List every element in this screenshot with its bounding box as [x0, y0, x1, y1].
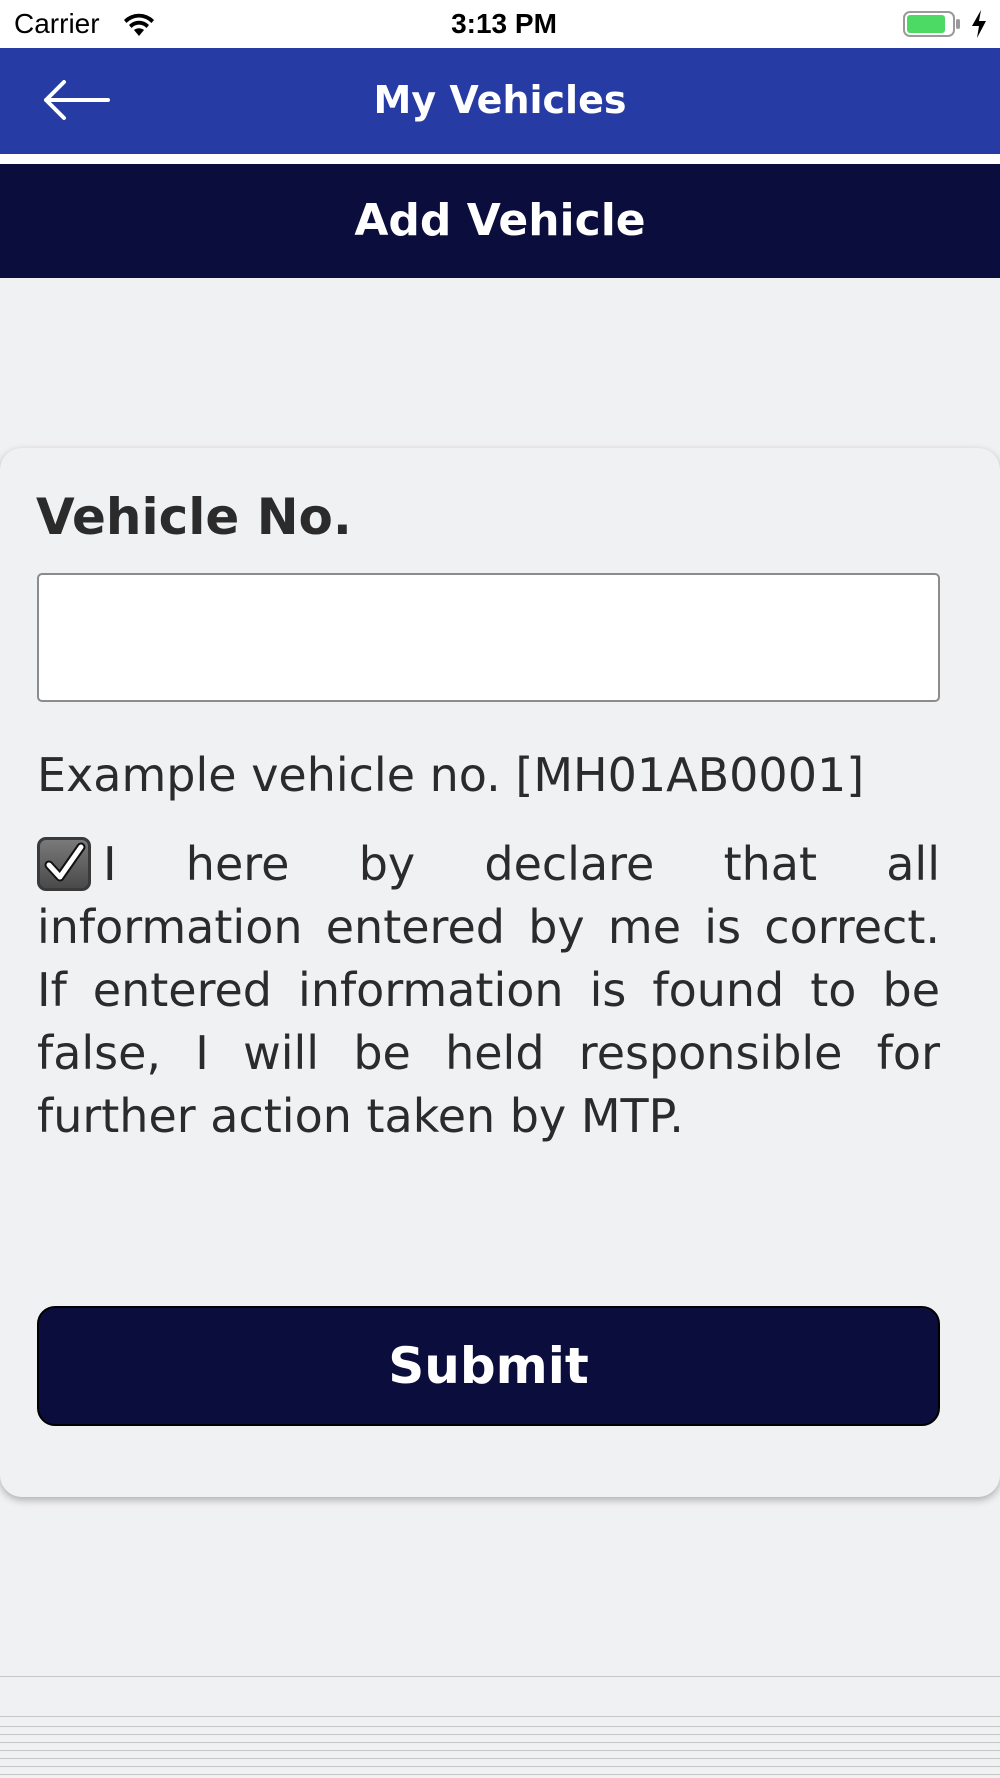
bottom-divider-lines: [0, 1676, 1000, 1778]
vehicle-no-label: Vehicle No.: [36, 488, 352, 546]
nav-title: My Vehicles: [373, 78, 627, 122]
submit-button[interactable]: Submit: [37, 1306, 940, 1426]
nav-bar: My Vehicles: [0, 48, 1000, 154]
section-title: Add Vehicle: [0, 164, 1000, 278]
declaration-text: I here by declare that all information e…: [37, 837, 940, 1143]
charging-icon: [972, 10, 986, 38]
status-bar: Carrier 3:13 PM: [0, 0, 1000, 48]
nav-divider: [0, 154, 1000, 164]
declaration-block: I here by declare that all information e…: [37, 833, 940, 1148]
status-time: 3:13 PM: [451, 8, 557, 39]
checkmark-icon: [44, 842, 86, 882]
add-vehicle-card: Vehicle No. Example vehicle no. [MH01AB0…: [0, 448, 1000, 1497]
declaration-checkbox[interactable]: [37, 837, 91, 891]
battery-icon: [903, 11, 960, 37]
vehicle-no-input[interactable]: [37, 573, 940, 702]
example-hint: Example vehicle no. [MH01AB0001]: [37, 748, 865, 802]
